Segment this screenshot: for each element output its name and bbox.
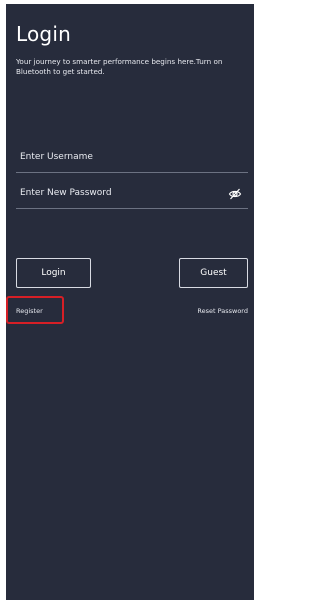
username-field bbox=[16, 144, 248, 173]
register-link[interactable]: Register bbox=[16, 307, 43, 315]
page-subtitle: Your journey to smarter performance begi… bbox=[16, 57, 223, 76]
login-screen: Login Your journey to smarter performanc… bbox=[6, 4, 254, 600]
password-input[interactable] bbox=[16, 180, 224, 206]
page-title: Login bbox=[16, 22, 71, 46]
eye-slash-icon[interactable] bbox=[228, 186, 242, 200]
reset-password-link[interactable]: Reset Password bbox=[197, 307, 248, 315]
guest-button[interactable]: Guest bbox=[179, 258, 248, 288]
username-input[interactable] bbox=[16, 144, 224, 170]
login-button[interactable]: Login bbox=[16, 258, 91, 288]
password-field bbox=[16, 180, 248, 209]
